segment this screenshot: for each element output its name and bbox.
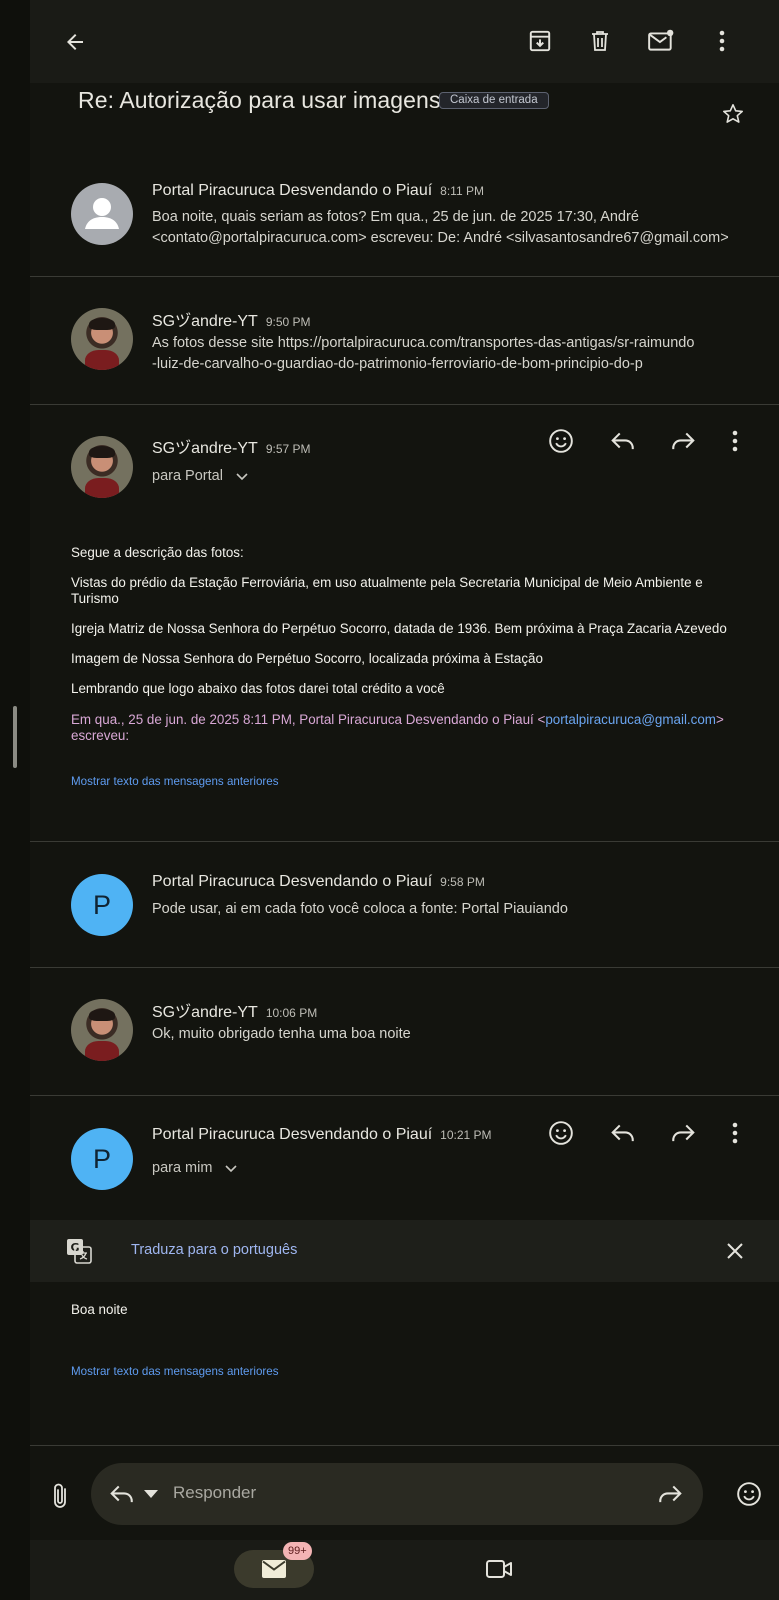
sender-name: SGヅandre-YT 9:50 PM [152, 313, 311, 330]
sender-name: Portal Piracuruca Desvendando o Piauí 10:… [152, 1126, 492, 1143]
more-options-icon[interactable] [706, 25, 738, 57]
sender-name: SGヅandre-YT 9:57 PM [152, 440, 311, 457]
timestamp: 8:11 PM [440, 184, 484, 198]
message-snippet: Boa noite, quais seriam as fotos? Em qua… [152, 209, 729, 246]
reply-input[interactable]: Responder [173, 1483, 256, 1503]
translate-link[interactable]: Traduza para o português [131, 1242, 297, 1258]
avatar [71, 999, 133, 1061]
reply-icon[interactable] [606, 1116, 640, 1150]
divider [30, 1095, 779, 1096]
message-collapsed[interactable]: SGヅandre-YT 10:06 PM Ok, muito obrigado t… [30, 991, 779, 1091]
caret-down-icon[interactable] [143, 1487, 159, 1501]
show-previous-link[interactable]: Mostrar texto das mensagens anteriores [71, 775, 279, 788]
message-collapsed[interactable]: P Portal Piracuruca Desvendando o Piauí 9… [30, 866, 779, 966]
show-previous-link[interactable]: Mostrar texto das mensagens anteriores [71, 1365, 279, 1378]
close-icon[interactable] [720, 1236, 750, 1266]
body-line: Vistas do prédio da Estação Ferroviária,… [71, 575, 703, 606]
divider [30, 276, 779, 277]
body-line: Segue a descrição das fotos: [71, 545, 244, 560]
translate-icon: G [64, 1236, 94, 1266]
message-snippet: Pode usar, ai em cada foto você coloca a… [152, 901, 568, 917]
left-edge-strip [0, 0, 30, 1600]
recipient-toggle[interactable]: para Portal [152, 468, 249, 484]
divider [30, 1445, 779, 1446]
message-snippet: As fotos desse site https://portalpiracu… [152, 335, 695, 372]
mark-unread-icon[interactable] [644, 24, 678, 58]
message-more-icon[interactable] [720, 1116, 750, 1150]
timestamp: 10:06 PM [265, 1006, 318, 1020]
divider [30, 841, 779, 842]
forward-icon[interactable] [655, 1481, 685, 1507]
recipient-toggle[interactable]: para mim [152, 1160, 238, 1176]
subject-row: Re: Autorização para usar imagens Caixa … [30, 83, 779, 143]
quote-header: Em qua., 25 de jun. de 2025 8:11 PM, Por… [71, 712, 724, 743]
timestamp: 9:50 PM [265, 315, 311, 329]
message-expanded: P Portal Piracuruca Desvendando o Piauí 1… [30, 1120, 779, 1220]
forward-icon[interactable] [666, 424, 700, 458]
mail-icon [260, 1558, 288, 1580]
emoji-reaction-icon[interactable] [544, 424, 578, 458]
forward-icon[interactable] [666, 1116, 700, 1150]
divider [30, 404, 779, 405]
page-title: Re: Autorização para usar imagens [78, 87, 441, 113]
body-line: Imagem de Nossa Senhora do Perpétuo Soco… [71, 651, 543, 666]
avatar: P [71, 1128, 133, 1190]
star-icon[interactable] [718, 99, 748, 129]
message-collapsed[interactable]: Portal Piracuruca Desvendando o Piauí 8:1… [30, 175, 779, 275]
sender-name: SGヅandre-YT 10:06 PM [152, 1004, 318, 1021]
body-line: Lembrando que logo abaixo das fotos dare… [71, 681, 445, 696]
unread-count-badge: 99+ [283, 1542, 312, 1560]
avatar: P [71, 874, 133, 936]
reply-icon[interactable] [606, 424, 640, 458]
message-snippet: Ok, muito obrigado tenha uma boa noite [152, 1026, 411, 1042]
attachment-icon[interactable] [44, 1479, 78, 1513]
avatar [71, 436, 133, 498]
divider [30, 967, 779, 968]
message-more-icon[interactable] [720, 424, 750, 458]
scroll-handle[interactable] [13, 706, 17, 768]
reply-icon[interactable] [107, 1481, 137, 1507]
avatar [71, 308, 133, 370]
emoji-reaction-icon[interactable] [732, 1477, 766, 1511]
body-line: Boa noite [71, 1302, 128, 1317]
top-app-bar [30, 0, 779, 83]
translate-bar: G Traduza para o português [30, 1220, 779, 1282]
sender-name: Portal Piracuruca Desvendando o Piauí 9:5… [152, 873, 485, 890]
message-expanded: SGヅandre-YT 9:57 PM para Portal Segue a d… [30, 428, 779, 838]
email-link[interactable]: portalpiracuruca@gmail.com [545, 712, 716, 727]
sender-name: Portal Piracuruca Desvendando o Piauí 8:1… [152, 182, 484, 199]
emoji-reaction-icon[interactable] [544, 1116, 578, 1150]
body-line: Igreja Matriz de Nossa Senhora do Perpét… [71, 621, 727, 636]
message-collapsed[interactable]: SGヅandre-YT 9:50 PM As fotos desse site h… [30, 300, 779, 400]
chevron-down-icon [225, 1165, 238, 1173]
reply-box[interactable]: Responder [91, 1463, 703, 1525]
timestamp: 10:21 PM [440, 1128, 492, 1142]
chevron-down-icon [236, 473, 248, 481]
timestamp: 9:58 PM [440, 875, 485, 889]
video-camera-icon[interactable] [482, 1554, 516, 1584]
avatar [71, 183, 133, 245]
timestamp: 9:57 PM [265, 442, 311, 456]
archive-icon[interactable] [524, 25, 556, 57]
bottom-nav: 99+ [30, 1540, 779, 1600]
delete-icon[interactable] [584, 25, 616, 57]
inbox-label-chip[interactable]: Caixa de entrada [439, 92, 549, 109]
back-arrow-icon[interactable] [58, 25, 92, 59]
